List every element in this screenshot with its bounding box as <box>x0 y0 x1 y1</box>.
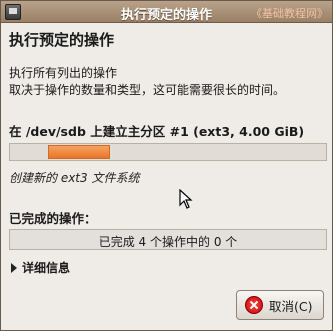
completed-operations-bar: 已完成 4 个操作中的 0 个 <box>9 229 327 250</box>
cancel-button[interactable]: 取消(C) <box>236 290 324 320</box>
current-subtask: 创建新的 ext3 文件系统 <box>9 171 140 185</box>
operation-progress-pulse <box>48 145 110 159</box>
description-line-2: 取决于操作的数量和类型，这可能需要很长的时间。 <box>9 83 286 97</box>
completed-operations-label: 已完成的操作： <box>9 211 97 226</box>
dialog-description: 执行所有列出的操作 取决于操作的数量和类型，这可能需要很长的时间。 <box>9 65 285 99</box>
details-expander-label: 详细信息 <box>22 261 71 275</box>
completed-operations-text: 已完成 4 个操作中的 0 个 <box>98 235 238 249</box>
dialog-heading: 执行预定的操作 <box>9 31 115 49</box>
watermark-text: 《基础教程网》 <box>251 7 328 20</box>
triangle-right-icon <box>11 262 17 273</box>
description-line-1: 执行所有列出的操作 <box>9 66 118 80</box>
cancel-button-label: 取消(C) <box>269 298 313 314</box>
cancel-icon <box>245 296 263 314</box>
dialog-window: 执行预定的操作 《基础教程网》 执行预定的操作 执行所有列出的操作 取决于操作的… <box>0 0 333 331</box>
mouse-pointer-icon <box>179 189 193 209</box>
current-operation-title: 在 /dev/sdb 上建立主分区 #1 (ext3, 4.00 GiB) <box>9 124 305 139</box>
title-bar[interactable]: 执行预定的操作 《基础教程网》 <box>1 1 332 23</box>
operation-progress-bar <box>9 143 327 161</box>
details-expander[interactable]: 详细信息 <box>11 259 70 276</box>
